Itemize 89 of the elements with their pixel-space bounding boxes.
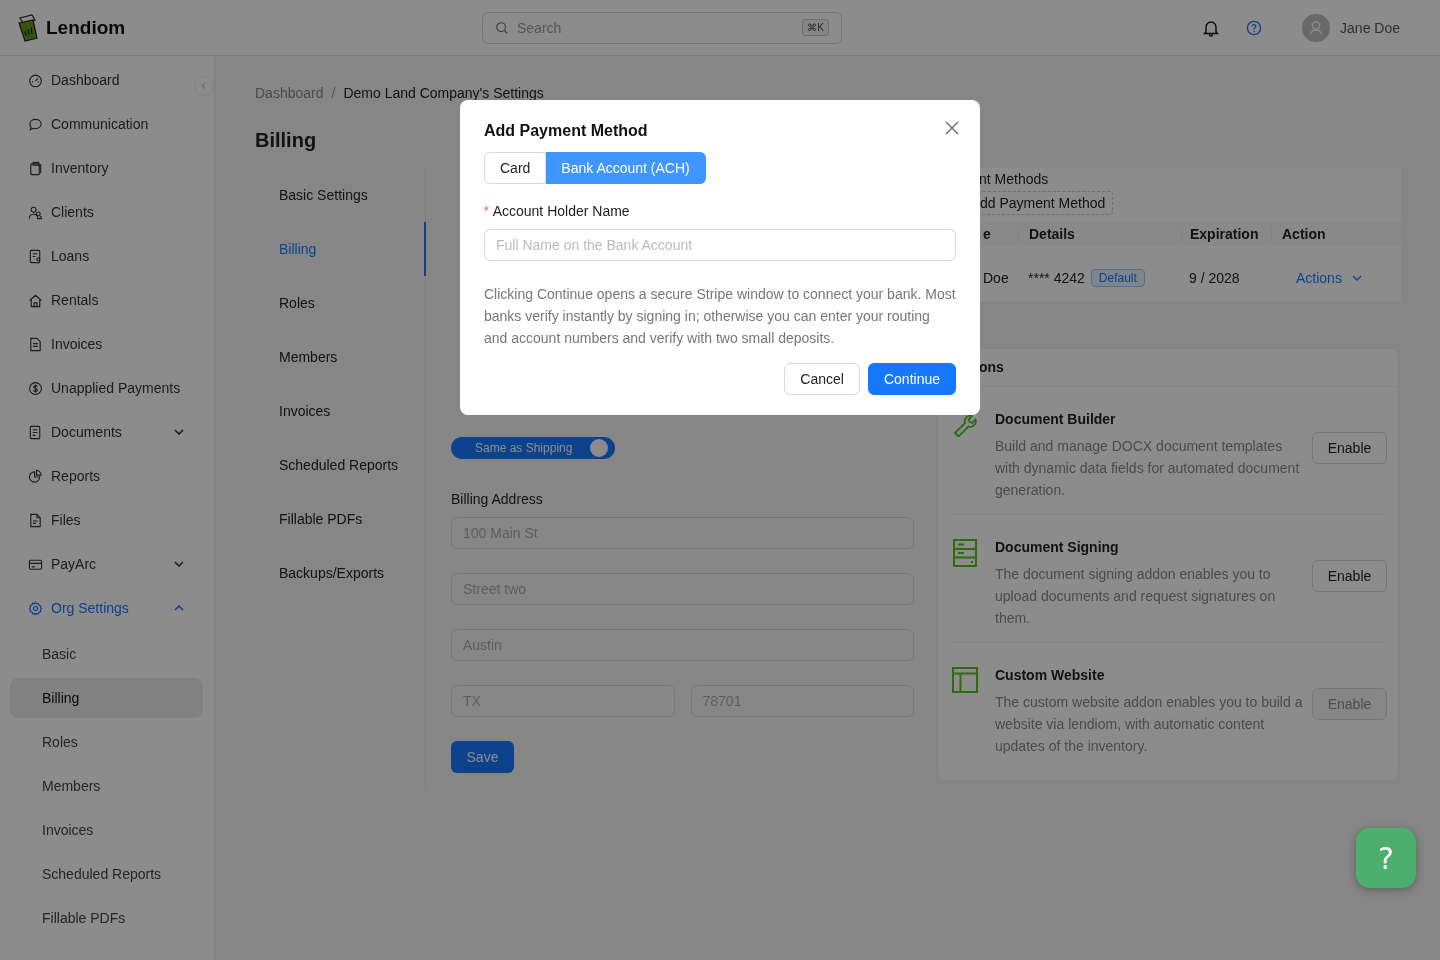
- table-cell-text: 9 / 2028: [1188, 270, 1241, 286]
- field-label: Billing Address: [451, 491, 544, 507]
- enable-button[interactable]: Enable: [1312, 432, 1387, 464]
- addon-description: Build and manage DOCX document templates with dynamic data fields for automated document generation.: [995, 437, 1301, 500]
- settings-tab[interactable]: Billing: [255, 222, 426, 276]
- brand-name: Lendiom: [46, 16, 126, 39]
- chevron-down-icon: [1351, 275, 1362, 281]
- page-title: Billing: [255, 128, 317, 152]
- chevron-left-icon: [200, 82, 208, 90]
- sidebar-item[interactable]: Loans: [12, 234, 202, 278]
- addon-title: Custom Website: [995, 666, 1106, 685]
- actions-dropdown[interactable]: Actions: [1296, 270, 1362, 286]
- gear-icon: [28, 600, 43, 616]
- settings-tab[interactable]: Members: [255, 330, 426, 384]
- default-tag: Default: [1090, 269, 1145, 287]
- settings-tab[interactable]: Backups/Exports: [255, 546, 426, 600]
- required-mark: *: [484, 204, 489, 218]
- bell-icon[interactable]: [1203, 18, 1220, 37]
- close-icon[interactable]: [945, 121, 959, 135]
- modal-title: Add Payment Method: [484, 122, 648, 141]
- settings-tab[interactable]: Invoices: [255, 384, 426, 438]
- section-title: nt Methods: [978, 170, 1050, 189]
- search-input[interactable]: Search: [515, 18, 797, 37]
- column-header: Expiration: [1181, 226, 1271, 242]
- modal-description: Clicking Continue opens a secure Stripe window to connect your bank. Most banks verify instantly by signing in; otherwise you can enter your routing and account numbers and verify with two small deposits.: [484, 285, 956, 348]
- avatar-icon[interactable]: [1302, 13, 1331, 42]
- layout-icon: [951, 667, 979, 693]
- chat-bubble-icon: [28, 116, 43, 132]
- addon-description: The custom website addon enables you to build a website via lendiom, with automatic content updates of the inventory.: [995, 693, 1304, 756]
- cabinet-icon: [951, 539, 979, 567]
- column-header: Action: [1271, 226, 1401, 242]
- column-header: e: [982, 226, 992, 242]
- sidebar-item[interactable]: Unapplied Payments: [12, 366, 202, 410]
- add-payment-button[interactable]: dd Payment Method: [979, 191, 1114, 215]
- sidebar-item[interactable]: Reports: [12, 454, 202, 498]
- field-label: * Account Holder Name: [484, 202, 631, 221]
- sidebar-subitem[interactable]: Fillable PDFs: [10, 898, 203, 938]
- settings-tab[interactable]: Basic Settings: [255, 168, 426, 222]
- people-icon: [28, 204, 43, 220]
- sidebar-item[interactable]: Rentals: [12, 278, 202, 322]
- logo-icon: [16, 13, 40, 42]
- breadcrumb-separator: /: [331, 85, 336, 101]
- sidebar-subitem[interactable]: Members: [10, 766, 203, 806]
- sidebar-item[interactable]: Org Settings: [12, 586, 202, 630]
- sidebar-item[interactable]: Inventory: [12, 146, 202, 190]
- settings-tab[interactable]: Roles: [255, 276, 426, 330]
- help-icon[interactable]: [1246, 19, 1263, 36]
- toggle-switch[interactable]: Same as Shipping: [451, 437, 615, 459]
- search-field[interactable]: Search ⌘K: [482, 11, 842, 44]
- user-name[interactable]: Jane Doe: [1340, 19, 1400, 36]
- save-button[interactable]: Save: [451, 741, 514, 773]
- sidebar-item[interactable]: Invoices: [12, 322, 202, 366]
- sidebar-subitem[interactable]: Scheduled Reports: [10, 854, 203, 894]
- sidebar-item[interactable]: Clients: [12, 190, 202, 234]
- pie-chart-icon: [28, 468, 43, 484]
- sidebar-subitem[interactable]: Roles: [10, 722, 203, 762]
- document-icon: [28, 336, 43, 352]
- input-field[interactable]: Full Name on the Bank Account: [484, 229, 956, 261]
- sidebar-item[interactable]: Documents: [12, 410, 202, 454]
- continue-button[interactable]: Continue: [867, 363, 956, 395]
- sidebar-subitem[interactable]: Billing: [10, 678, 203, 718]
- sidebar-subitem[interactable]: Basic: [10, 634, 203, 674]
- sidebar-item[interactable]: Communication: [12, 102, 202, 146]
- sidebar-item[interactable]: Files: [12, 498, 202, 542]
- addon-description: The document signing addon enables you to upload documents and request signatures on them.: [995, 565, 1277, 628]
- addon-title: Document Signing: [995, 538, 1120, 557]
- table-cell: **** 4242: [1028, 270, 1085, 286]
- cancel-button[interactable]: Cancel: [784, 363, 860, 395]
- help-button[interactable]: ?: [1356, 828, 1416, 888]
- settings-tab[interactable]: Fillable PDFs: [255, 492, 426, 546]
- clipboard-icon: [28, 160, 43, 176]
- file-icon: [28, 512, 43, 528]
- dollar-icon: [28, 380, 43, 396]
- search-icon: [495, 20, 509, 35]
- segment-tab[interactable]: Bank Account (ACH): [546, 152, 706, 184]
- enable-button[interactable]: Enable: [1312, 560, 1387, 592]
- segment-tab[interactable]: Card: [484, 152, 547, 184]
- settings-tab[interactable]: Scheduled Reports: [255, 438, 426, 492]
- document-icon: [28, 248, 43, 264]
- sidebar-item[interactable]: PayArc: [12, 542, 202, 586]
- column-header: Details: [1018, 226, 1181, 242]
- gauge-icon: [28, 72, 43, 88]
- shortcut-badge: ⌘K: [802, 19, 829, 36]
- table-cell-text: Doe: [982, 270, 1010, 286]
- house-icon: [28, 292, 43, 308]
- sidebar-item[interactable]: Dashboard: [12, 58, 202, 102]
- document-icon: [28, 424, 43, 440]
- addon-title: Document Builder: [995, 410, 1117, 429]
- sidebar-subitem[interactable]: Invoices: [10, 810, 203, 850]
